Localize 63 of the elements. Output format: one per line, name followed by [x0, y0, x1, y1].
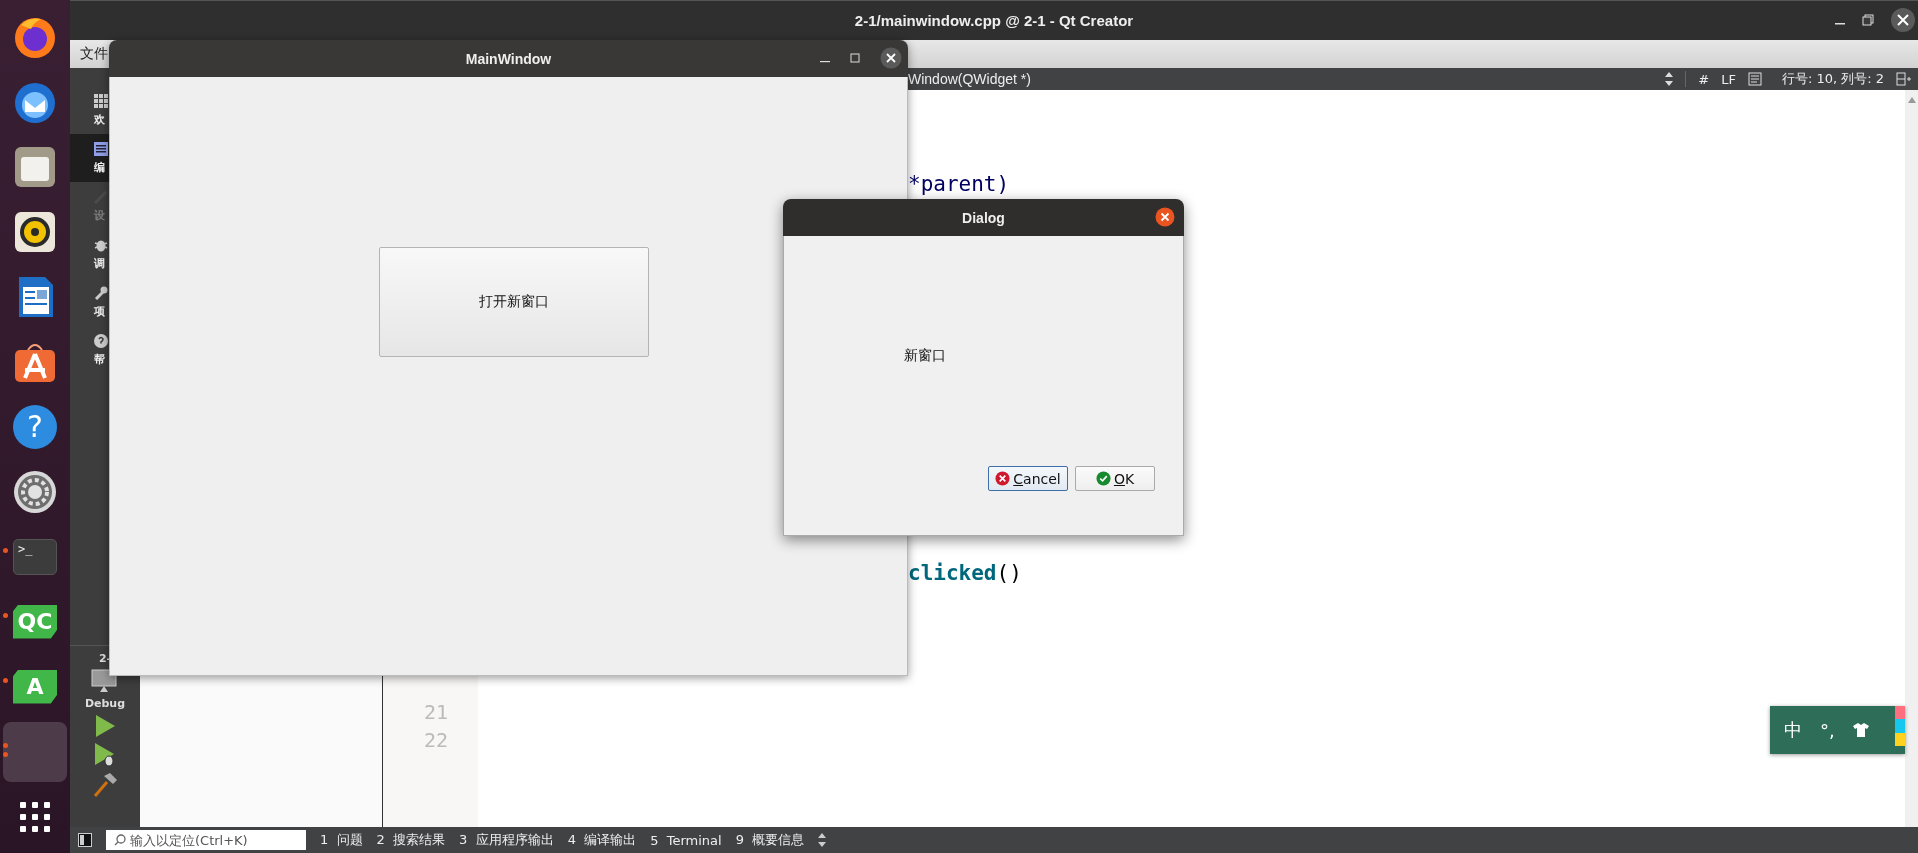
hammer-icon[interactable] — [92, 772, 118, 798]
sidebar-toggle-icon[interactable] — [78, 833, 92, 847]
mode-tab[interactable]: 调 — [70, 230, 109, 278]
scroll-bar[interactable] — [1905, 90, 1918, 827]
cursor-position[interactable]: 行号: 10, 列号: 2 — [1781, 70, 1884, 88]
running-indicator — [3, 548, 8, 553]
document-icon — [94, 141, 108, 156]
output-pane-tab[interactable]: 3 应用程序输出 — [459, 831, 554, 849]
logo-letter: A — [26, 674, 44, 699]
locate-field[interactable]: 输入以定位(Ctrl+K) — [106, 830, 306, 850]
line-number: 22 — [423, 727, 448, 754]
running-indicator — [3, 613, 8, 618]
output-pane-tab[interactable]: 4 编译输出 — [567, 831, 637, 849]
code-text: clicked() — [908, 560, 1023, 587]
line-ending-label[interactable]: LF — [1721, 71, 1736, 87]
code-text: *parent) — [908, 171, 1011, 198]
output-pane-tab[interactable]: 2 搜索结果 — [376, 831, 446, 849]
running-indicator — [3, 678, 8, 683]
check-icon — [1095, 471, 1111, 486]
cancel-icon — [995, 471, 1011, 486]
wrench-icon — [94, 285, 108, 300]
running-indicator — [3, 743, 8, 757]
run-icon[interactable] — [94, 714, 116, 738]
up-down-arrows-icon[interactable] — [818, 833, 827, 847]
shirt-icon[interactable] — [1852, 723, 1869, 737]
question-mark: ? — [27, 409, 43, 444]
mode-tab[interactable]: 欢 — [70, 86, 109, 134]
output-pane-tab[interactable]: 5 Terminal — [650, 832, 722, 848]
output-pane-tab[interactable]: 9 概要信息 — [735, 831, 805, 849]
help-icon — [94, 333, 108, 348]
build-config-label: Debug — [84, 697, 126, 710]
ok-button[interactable]: OK — [1075, 466, 1155, 491]
close-icon[interactable] — [1890, 7, 1916, 33]
close-icon[interactable] — [1155, 207, 1175, 227]
monitor-icon[interactable] — [91, 669, 119, 693]
color-stripes-drawing — [1895, 706, 1905, 746]
function-selector[interactable]: Window(QWidget *) — [908, 71, 1031, 87]
mode-tab[interactable]: 项 — [70, 278, 109, 326]
dialog-label: 新窗口 — [904, 347, 947, 365]
punctuation-mode-label[interactable]: °, — [1820, 719, 1835, 741]
input-mode-label[interactable]: 中 — [1784, 718, 1802, 742]
mode-tab[interactable]: 帮 — [70, 326, 109, 374]
split-icon[interactable] — [1896, 72, 1912, 86]
restore-icon[interactable] — [1862, 14, 1874, 26]
mode-tab[interactable]: 编 — [70, 134, 109, 182]
output-pane-tab[interactable]: 1 问题 — [320, 831, 363, 849]
encoding-mark[interactable]: # — [1698, 71, 1710, 87]
maximize-icon[interactable] — [850, 53, 860, 63]
search-icon — [114, 834, 126, 846]
debug-run-icon[interactable] — [93, 742, 117, 768]
window-title: Dialog — [962, 209, 1005, 226]
open-window-button[interactable]: 打开新窗口 — [379, 247, 649, 357]
grid-icon — [94, 93, 108, 108]
cancel-button[interactable]: Cancel — [988, 466, 1068, 491]
line-number: 21 — [423, 699, 448, 726]
window-title: MainWindow — [465, 50, 552, 67]
menu-item[interactable]: 文件 — [80, 45, 108, 63]
up-down-arrows-icon[interactable] — [1665, 72, 1674, 86]
logo-letters: QC — [17, 609, 53, 634]
prompt-symbol: >_ — [18, 541, 33, 556]
close-icon[interactable] — [880, 47, 902, 69]
pen-icon — [94, 189, 108, 204]
window-title: 2-1/mainwindow.cpp @ 2-1 - Qt Creator — [854, 12, 1134, 29]
